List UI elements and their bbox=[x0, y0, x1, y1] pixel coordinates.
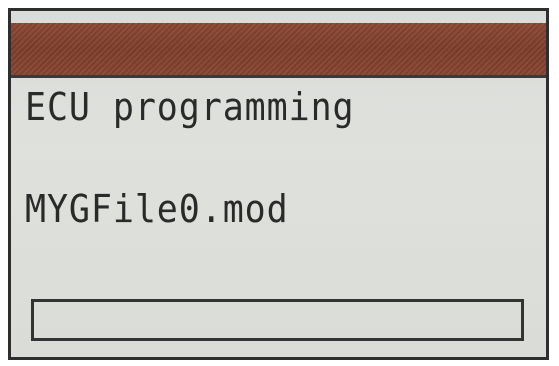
title-bar bbox=[11, 23, 546, 75]
progress-bar bbox=[31, 299, 524, 341]
lcd-screen: ECU programming MYGFile0.mod bbox=[8, 8, 549, 360]
title-divider bbox=[11, 75, 546, 78]
operation-label: ECU programming bbox=[25, 85, 355, 129]
device-frame: ECU programming MYGFile0.mod bbox=[0, 0, 559, 366]
file-name-label: MYGFile0.mod bbox=[25, 187, 289, 231]
